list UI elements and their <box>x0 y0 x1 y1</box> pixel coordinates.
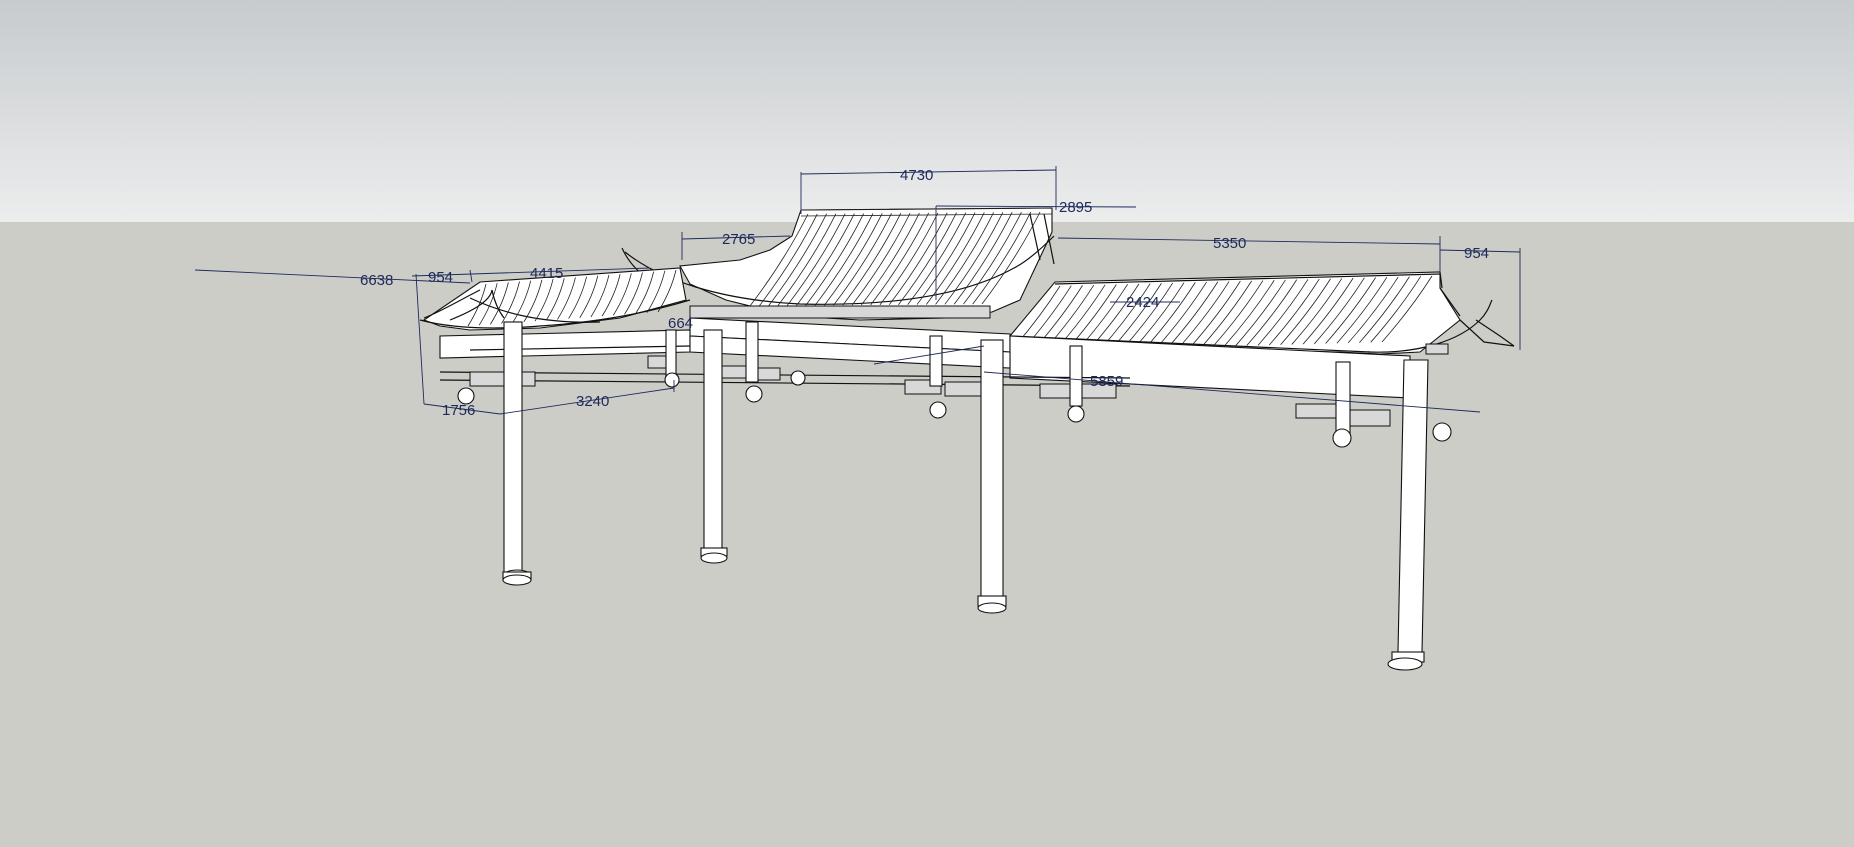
dimension-2765: 2765 <box>722 231 755 248</box>
column-3[interactable] <box>977 339 1007 614</box>
dimension-2895: 2895 <box>1059 199 1092 216</box>
dimension-3240: 3240 <box>576 393 609 410</box>
dimension-6638: 6638 <box>360 272 393 289</box>
dimension-4730: 4730 <box>900 167 933 184</box>
dimension-664: 664 <box>668 315 693 332</box>
dimension-954-left: 954 <box>428 269 453 286</box>
modeling-viewport[interactable]: 4730 2895 2765 5350 954 6638 954 4415 66… <box>0 0 1854 847</box>
dimension-954-right: 954 <box>1464 245 1489 262</box>
dimension-5859: 5859 <box>1090 373 1123 390</box>
dimension-4415: 4415 <box>530 265 563 282</box>
pavilion-3d-model[interactable]: 4730 2895 2765 5350 954 6638 954 4415 66… <box>0 0 1854 847</box>
dimension-5350: 5350 <box>1213 235 1246 252</box>
sky-background <box>0 0 1854 222</box>
dimension-1756: 1756 <box>442 402 475 419</box>
dimension-2424: 2424 <box>1126 294 1159 311</box>
